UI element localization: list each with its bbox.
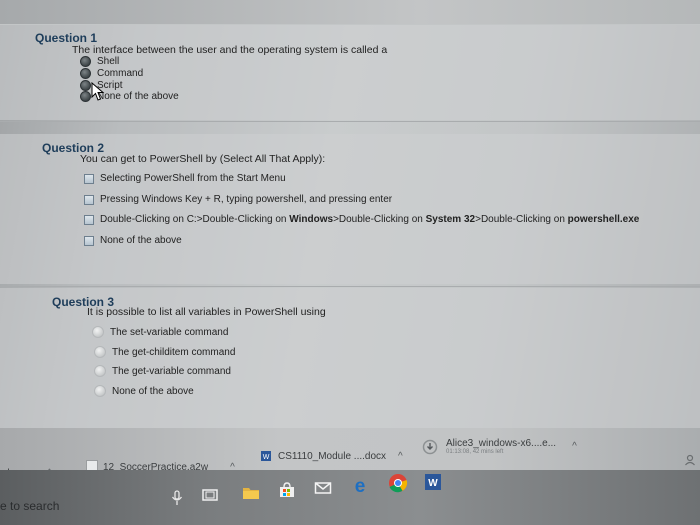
option-set-variable[interactable]: The set-variable command bbox=[92, 326, 228, 338]
word-icon[interactable]: W bbox=[424, 473, 442, 491]
radio-button[interactable] bbox=[94, 365, 106, 377]
question-3-card: Question 3 It is possible to list all va… bbox=[0, 288, 700, 428]
option-get-variable[interactable]: The get-variable command bbox=[94, 365, 231, 377]
divider bbox=[0, 121, 700, 122]
radio-button[interactable] bbox=[80, 56, 91, 67]
taskbar: e to search e W bbox=[0, 470, 700, 525]
option-start-menu[interactable]: Selecting PowerShell from the Start Menu bbox=[84, 173, 286, 184]
option-label: Double-Clicking on C:>Double-Clicking on… bbox=[100, 214, 640, 225]
radio-button[interactable] bbox=[94, 385, 106, 397]
chrome-icon[interactable] bbox=[388, 473, 408, 493]
question-title: Question 1 bbox=[35, 31, 98, 45]
download-status: 01:13:08, 42 mins left bbox=[446, 449, 504, 455]
download-bar: docx ^ 12_SoccerPractice.a2w ^ W CS1110_… bbox=[0, 428, 700, 479]
radio-button[interactable] bbox=[80, 68, 91, 79]
store-icon[interactable] bbox=[278, 482, 296, 498]
option-label: None of the above bbox=[97, 91, 179, 102]
option-label: None of the above bbox=[100, 235, 182, 246]
question-text: The interface between the user and the o… bbox=[72, 44, 388, 56]
option-label: Command bbox=[97, 68, 144, 79]
option-get-childitem[interactable]: The get-childitem command bbox=[94, 346, 235, 358]
download-progress-icon bbox=[422, 439, 438, 454]
option-shell[interactable]: Shell bbox=[80, 56, 119, 67]
option-label: The get-childitem command bbox=[112, 346, 236, 358]
checkbox[interactable] bbox=[84, 214, 94, 225]
svg-text:W: W bbox=[428, 478, 438, 489]
radio-button[interactable] bbox=[92, 326, 104, 338]
option-label: The get-variable command bbox=[112, 365, 231, 377]
download-item-cs1110[interactable]: W CS1110_Module ....docx ^ bbox=[260, 450, 403, 462]
question-text: It is possible to list all variables in … bbox=[87, 306, 326, 318]
svg-text:e: e bbox=[355, 476, 366, 495]
chevron-up-icon[interactable]: ^ bbox=[572, 441, 577, 452]
question-1-card: Question 1 The interface between the use… bbox=[0, 24, 700, 120]
radio-button[interactable] bbox=[94, 346, 106, 358]
checkbox[interactable] bbox=[84, 194, 94, 205]
option-label: The set-variable command bbox=[110, 326, 229, 338]
download-item-alice3[interactable]: Alice3_windows-x6....e... 01:13:08, 42 m… bbox=[422, 438, 577, 455]
divider bbox=[0, 286, 700, 287]
option-none[interactable]: None of the above bbox=[94, 385, 194, 397]
option-label: Shell bbox=[97, 56, 120, 67]
option-label: Selecting PowerShell from the Start Menu bbox=[100, 173, 286, 184]
option-label: None of the above bbox=[112, 385, 194, 397]
page-top-strip bbox=[0, 0, 700, 25]
mail-icon[interactable] bbox=[314, 480, 332, 496]
checkbox[interactable] bbox=[84, 235, 94, 246]
question-2-card: Question 2 You can get to PowerShell by … bbox=[0, 134, 700, 284]
taskbar-search-box[interactable]: e to search bbox=[0, 499, 59, 513]
svg-text:W: W bbox=[263, 454, 270, 461]
file-explorer-icon[interactable] bbox=[242, 484, 260, 500]
task-view-icon[interactable] bbox=[201, 487, 219, 503]
edge-icon[interactable]: e bbox=[350, 475, 370, 495]
download-filename: Alice3_windows-x6....e... bbox=[446, 438, 557, 449]
word-doc-icon: W bbox=[261, 451, 271, 461]
option-none[interactable]: None of the above bbox=[84, 235, 182, 246]
download-filename: CS1110_Module ....docx bbox=[278, 450, 387, 462]
mouse-cursor-icon bbox=[91, 82, 105, 101]
radio-button[interactable] bbox=[80, 80, 91, 91]
option-label: Pressing Windows Key + R, typing powersh… bbox=[100, 194, 393, 205]
option-double-click-path[interactable]: Double-Clicking on C:>Double-Clicking on… bbox=[84, 214, 639, 225]
option-windows-key-r[interactable]: Pressing Windows Key + R, typing powersh… bbox=[84, 194, 392, 205]
radio-button[interactable] bbox=[80, 91, 91, 102]
chevron-up-icon[interactable]: ^ bbox=[398, 451, 403, 462]
checkbox[interactable] bbox=[84, 173, 94, 184]
microphone-icon[interactable] bbox=[168, 490, 186, 506]
person-icon[interactable] bbox=[684, 454, 696, 466]
question-text: You can get to PowerShell by (Select All… bbox=[80, 153, 326, 165]
option-command[interactable]: Command bbox=[80, 68, 143, 79]
